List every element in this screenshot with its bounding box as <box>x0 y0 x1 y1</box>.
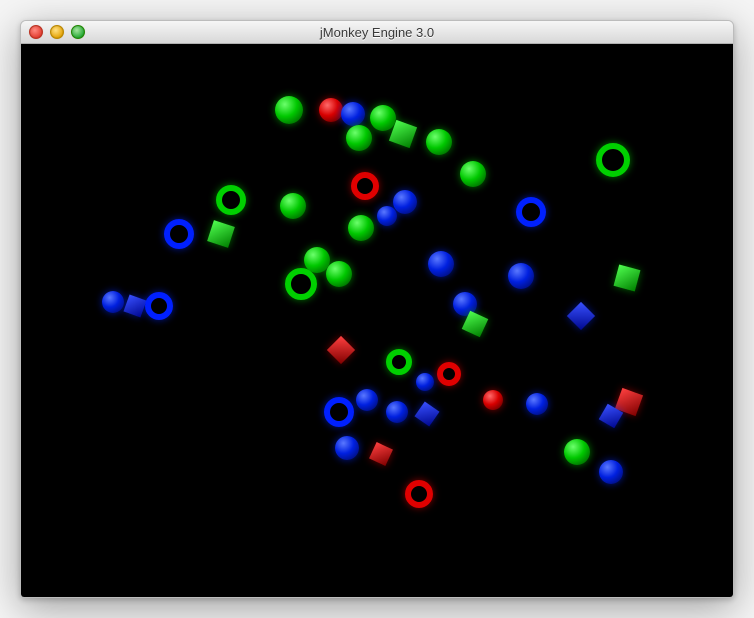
sphere-shape <box>341 102 365 126</box>
sphere-shape <box>386 401 408 423</box>
zoom-icon[interactable] <box>71 25 85 39</box>
torus-shape <box>405 480 433 508</box>
cube-shape <box>207 220 235 248</box>
sphere-shape <box>460 161 486 187</box>
torus-shape <box>437 362 461 386</box>
sphere-shape <box>280 193 306 219</box>
sphere-shape <box>599 460 623 484</box>
torus-shape <box>164 219 194 249</box>
sphere-shape <box>370 105 396 131</box>
sphere-shape <box>356 389 378 411</box>
sphere-shape <box>393 190 417 214</box>
torus-shape <box>596 143 630 177</box>
sphere-shape <box>426 129 452 155</box>
sphere-shape <box>275 96 303 124</box>
page-title: jMonkey Engine 3.0 <box>21 25 733 40</box>
sphere-shape <box>526 393 548 415</box>
app-window: jMonkey Engine 3.0 <box>20 20 734 598</box>
render-viewport[interactable] <box>21 44 733 597</box>
sphere-shape <box>508 263 534 289</box>
cube-shape <box>567 302 595 330</box>
sphere-shape <box>416 373 434 391</box>
cube-shape <box>614 265 641 292</box>
cube-shape <box>369 442 393 466</box>
torus-shape <box>145 292 173 320</box>
sphere-shape <box>346 125 372 151</box>
cube-shape <box>414 401 439 426</box>
sphere-shape <box>319 98 343 122</box>
torus-shape <box>386 349 412 375</box>
torus-shape <box>324 397 354 427</box>
cube-shape <box>123 294 146 317</box>
sphere-shape <box>377 206 397 226</box>
sphere-shape <box>348 215 374 241</box>
torus-shape <box>285 268 317 300</box>
close-icon[interactable] <box>29 25 43 39</box>
sphere-shape <box>483 390 503 410</box>
cube-shape <box>327 336 355 364</box>
titlebar[interactable]: jMonkey Engine 3.0 <box>21 21 733 44</box>
sphere-shape <box>428 251 454 277</box>
torus-shape <box>216 185 246 215</box>
torus-shape <box>351 172 379 200</box>
sphere-shape <box>102 291 124 313</box>
sphere-shape <box>326 261 352 287</box>
torus-shape <box>516 197 546 227</box>
window-controls <box>21 25 85 39</box>
sphere-shape <box>335 436 359 460</box>
minimize-icon[interactable] <box>50 25 64 39</box>
sphere-shape <box>564 439 590 465</box>
